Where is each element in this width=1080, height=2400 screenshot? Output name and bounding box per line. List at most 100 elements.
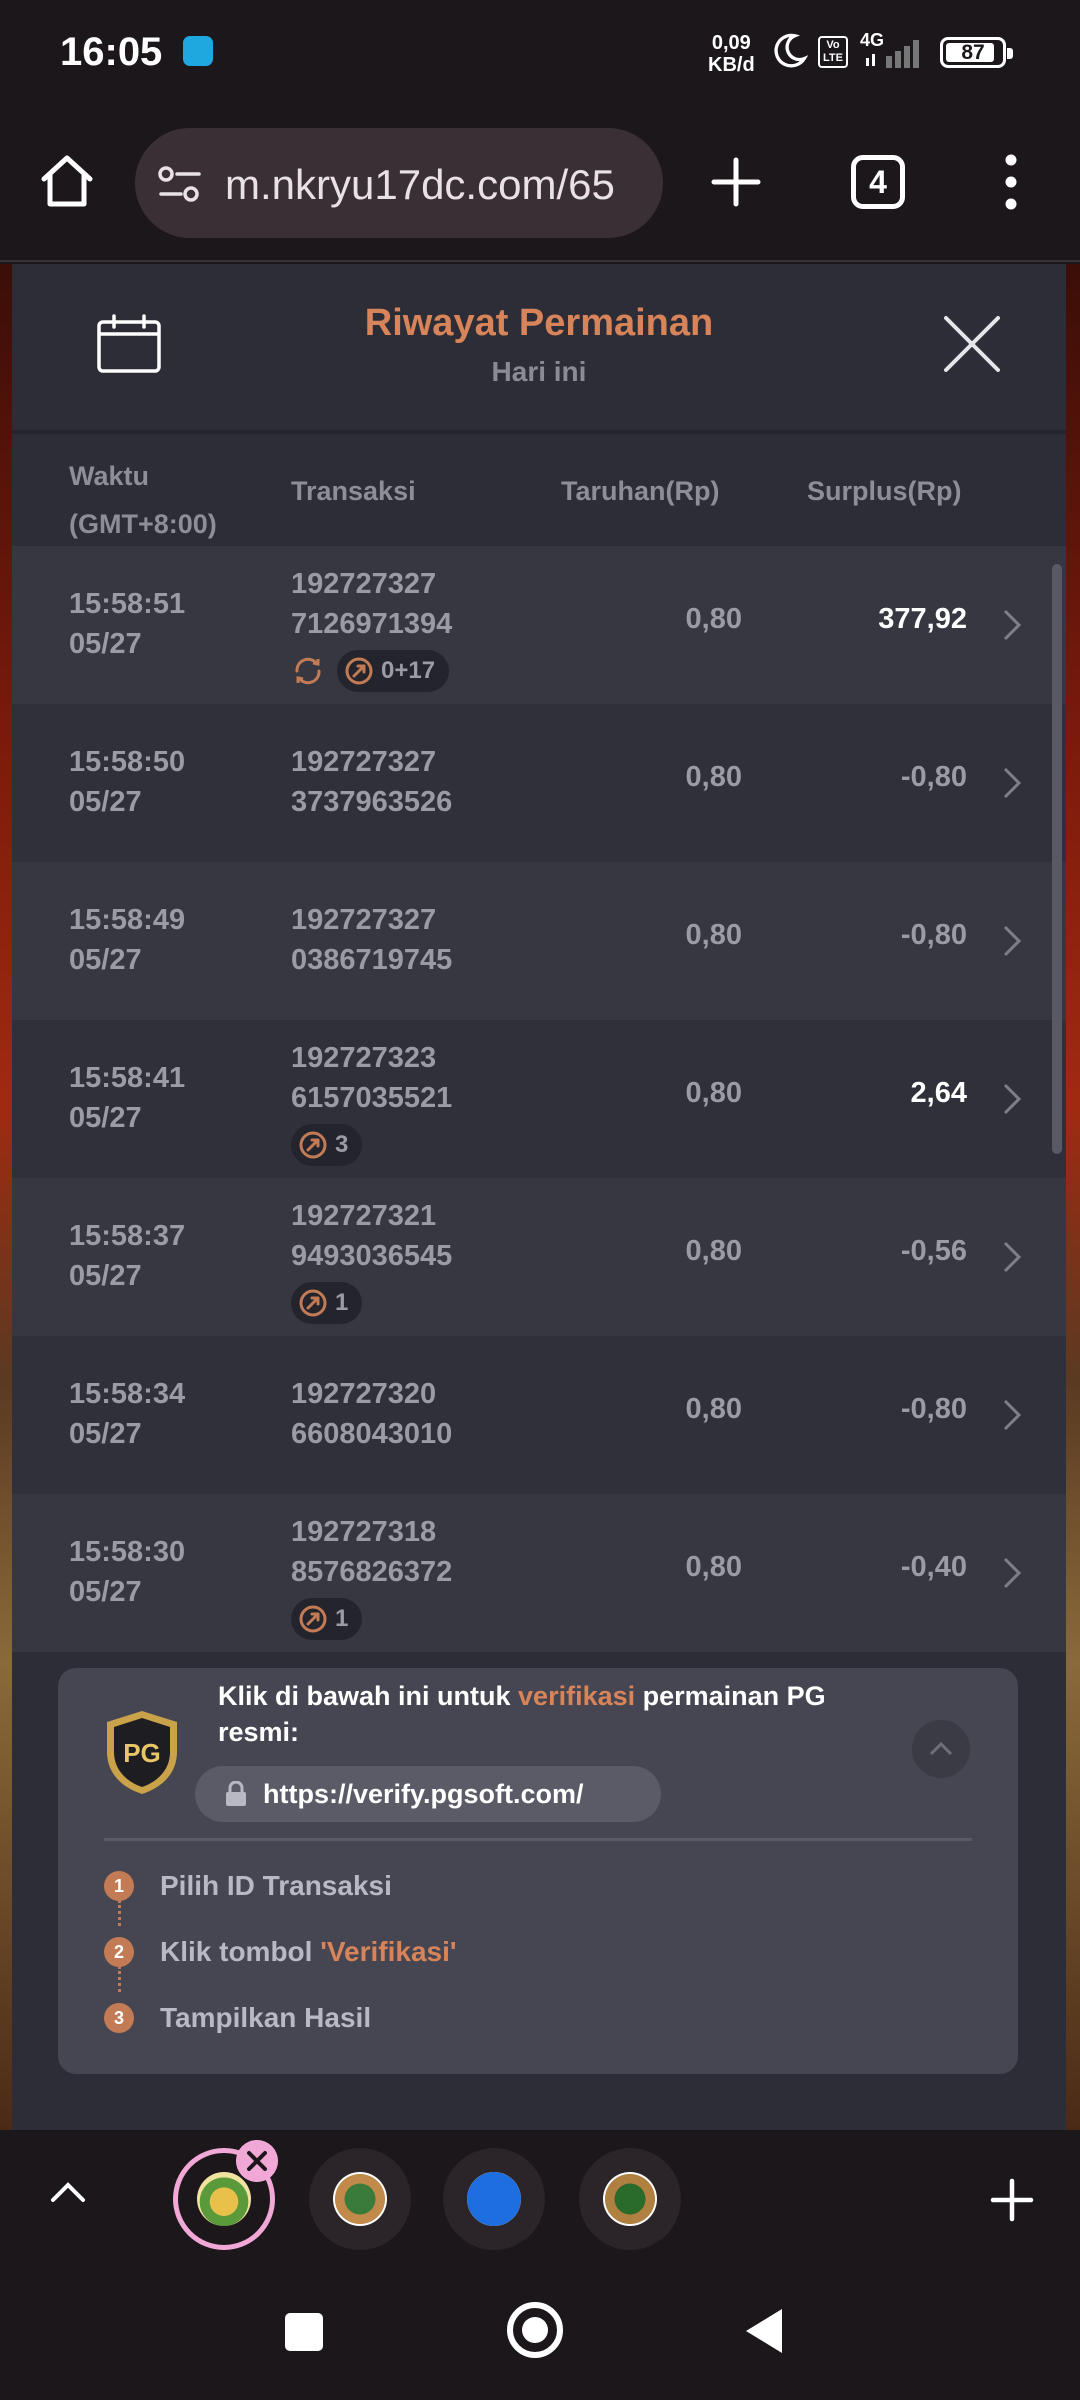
tab-favicon (197, 2172, 251, 2226)
history-row[interactable]: 15:58:37 05/27 192727321 9493036545 1 0,… (12, 1178, 1066, 1336)
history-row[interactable]: 15:58:41 05/27 192727323 6157035521 3 0,… (12, 1020, 1066, 1178)
chevron-right-icon[interactable] (1002, 1398, 1022, 1432)
chevron-right-icon[interactable] (1002, 766, 1022, 800)
volte-top: Vo (826, 39, 840, 51)
row-date-value: 05/27 (69, 1260, 142, 1292)
chevron-up-icon[interactable] (50, 2180, 86, 2204)
pg-logo: PG (107, 1711, 177, 1794)
pg-logo-text: PG (123, 1738, 161, 1768)
do-not-disturb-icon (774, 33, 808, 68)
tab-thumbnail[interactable] (309, 2148, 411, 2250)
step-label-pre: Klik tombol (160, 1936, 321, 1967)
divider (104, 1838, 972, 1841)
refresh-icon (291, 650, 329, 692)
free-spin-badge: 1 (291, 1598, 363, 1640)
scrollbar[interactable] (1052, 564, 1062, 1154)
column-time: Waktu (GMT+8:00) (69, 452, 217, 548)
history-row[interactable]: 15:58:51 05/27 192727327 7126971394 0+17 (12, 546, 1066, 704)
recent-apps-button[interactable] (285, 2313, 323, 2351)
row-date-value: 05/27 (69, 628, 142, 660)
tab-switcher-button[interactable]: 4 (851, 155, 905, 209)
row-time: 15:58:50 05/27 (69, 742, 185, 822)
row-time: 15:58:41 05/27 (69, 1058, 185, 1138)
back-icon[interactable] (742, 2306, 786, 2356)
url-text[interactable]: m.nkryu17dc.com/65 (225, 161, 655, 209)
verify-text-pre: Klik di bawah ini untuk (218, 1681, 519, 1711)
row-time-value: 15:58:37 (69, 1220, 186, 1252)
chevron-right-icon[interactable] (1002, 924, 1022, 958)
row-transaction: 192727327 3737963526 (291, 742, 452, 822)
row-badges: 3 (291, 1124, 363, 1166)
step-connector (118, 1900, 121, 1926)
verify-text-highlight: verifikasi (518, 1681, 636, 1711)
free-spin-badge: 3 (291, 1124, 363, 1166)
chevron-right-icon[interactable] (1002, 1240, 1022, 1274)
browser-toolbar: m.nkryu17dc.com/65 4 (0, 110, 1080, 262)
row-bet: 0,80 (685, 603, 742, 635)
row-transaction-part1: 192727318 (291, 1516, 437, 1548)
history-row[interactable]: 15:58:30 05/27 192727318 8576826372 1 0,… (12, 1494, 1066, 1652)
close-tab-icon[interactable] (236, 2140, 278, 2182)
row-surplus: -0,80 (900, 1393, 967, 1425)
row-time-value: 15:58:49 (69, 904, 186, 936)
free-spin-badge: 1 (291, 1282, 363, 1324)
history-row[interactable]: 15:58:49 05/27 192727327 0386719745 0,80… (12, 862, 1066, 1020)
row-bet: 0,80 (685, 1077, 742, 1109)
verify-step-3: 3 Tampilkan Hasil (104, 1998, 371, 2038)
add-tab-icon[interactable] (990, 2178, 1034, 2222)
verify-step-2: 2 Klik tombol 'Verifikasi' (104, 1932, 457, 1972)
step-label: Klik tombol 'Verifikasi' (160, 1936, 457, 1968)
step-number: 2 (104, 1937, 134, 1967)
tab-strip (0, 2130, 1080, 2268)
step-number: 1 (104, 1871, 134, 1901)
chevron-right-icon[interactable] (1002, 1082, 1022, 1116)
row-time-value: 15:58:50 (69, 746, 186, 778)
row-time: 15:58:30 05/27 (69, 1532, 185, 1612)
address-bar[interactable]: m.nkryu17dc.com/65 (135, 128, 663, 238)
screen: 16:05 0,09 KB/d Vo LTE 4G 87 m.nkryu17dc… (0, 0, 1080, 2400)
step-label: Tampilkan Hasil (160, 2002, 372, 2033)
tab-favicon (603, 2172, 657, 2226)
network-speed-unit: KB/d (708, 54, 755, 76)
history-row[interactable]: 15:58:50 05/27 192727327 3737963526 0,80… (12, 704, 1066, 862)
network-speed-value: 0,09 (711, 32, 751, 54)
row-time: 15:58:34 05/27 (69, 1374, 185, 1454)
verify-link[interactable]: https://verify.pgsoft.com/ (195, 1766, 661, 1822)
free-spin-icon (299, 1289, 327, 1317)
row-transaction-part2: 0386719745 (291, 944, 453, 976)
row-surplus: 377,92 (878, 603, 967, 635)
chevron-right-icon[interactable] (1002, 608, 1022, 642)
row-bet: 0,80 (685, 919, 742, 951)
system-navigation-bar (0, 2268, 1080, 2400)
close-icon[interactable] (942, 314, 1002, 374)
site-settings-icon[interactable] (157, 165, 203, 203)
home-icon[interactable] (38, 152, 96, 210)
chevron-up-icon (929, 1741, 953, 1756)
tab-thumbnail[interactable] (443, 2148, 545, 2250)
row-transaction-part1: 192727327 (291, 904, 437, 936)
notification-app-icon (183, 36, 213, 66)
free-spin-badge: 0+17 (337, 650, 450, 692)
row-surplus: 2,64 (910, 1077, 967, 1109)
row-bet: 0,80 (685, 761, 742, 793)
home-button-dot (522, 2317, 548, 2343)
battery-tip (1007, 48, 1013, 59)
verify-link-text[interactable]: https://verify.pgsoft.com/ (263, 1779, 584, 1810)
tab-thumbnail[interactable] (579, 2148, 681, 2250)
volte-icon: Vo LTE (818, 36, 848, 68)
free-spin-icon (299, 1131, 327, 1159)
panel-title: Riwayat Permainan (364, 302, 714, 344)
history-row[interactable]: 15:58:34 05/27 192727320 6608043010 0,80… (12, 1336, 1066, 1494)
home-button[interactable] (507, 2302, 563, 2358)
row-transaction-part1: 192727327 (291, 568, 437, 600)
date-filter-label[interactable]: Hari ini (12, 356, 1066, 388)
column-surplus: Surplus(Rp) (807, 476, 962, 506)
collapse-button[interactable] (912, 1720, 970, 1778)
new-tab-icon[interactable] (708, 154, 764, 210)
lock-icon (226, 1781, 246, 1806)
chevron-right-icon[interactable] (1002, 1556, 1022, 1590)
row-transaction: 192727327 7126971394 (291, 564, 452, 644)
row-date-value: 05/27 (69, 786, 142, 818)
column-bet: Taruhan(Rp) (561, 476, 720, 506)
more-menu-icon[interactable] (996, 152, 1026, 212)
